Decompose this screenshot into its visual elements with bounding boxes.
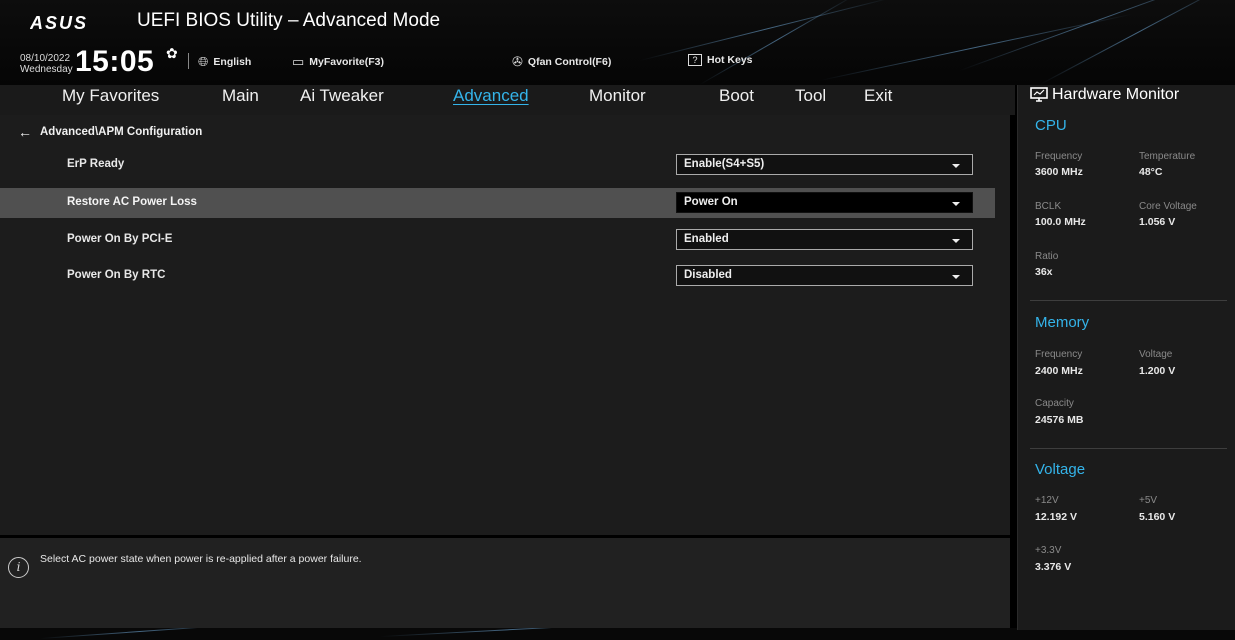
chevron-down-icon xyxy=(952,275,960,279)
memory-voltage-value: 1.200 V xyxy=(1139,365,1176,377)
setting-label: ErP Ready xyxy=(67,158,125,170)
help-panel xyxy=(0,538,1010,628)
memory-frequency-value: 2400 MHz xyxy=(1035,365,1083,377)
menu-exit[interactable]: Exit xyxy=(864,86,892,106)
menu-main[interactable]: Main xyxy=(222,86,259,106)
menu-boot[interactable]: Boot xyxy=(719,86,754,106)
v12-value: 12.192 V xyxy=(1035,511,1078,523)
help-text: Select AC power state when power is re-a… xyxy=(40,553,362,565)
cpu-frequency-label: Frequency xyxy=(1035,151,1083,162)
setting-label: Power On By PCI-E xyxy=(67,233,173,245)
v33-label: +3.3V xyxy=(1035,545,1062,556)
decor-streak xyxy=(1039,0,1235,85)
dropdown-value: Disabled xyxy=(684,269,732,281)
decor-streak xyxy=(639,0,893,61)
cpu-temperature-value: 48°C xyxy=(1139,166,1163,178)
chevron-down-icon xyxy=(952,202,960,206)
menu-my-favorites[interactable]: My Favorites xyxy=(62,86,159,106)
setting-row-restore-ac-power-loss[interactable]: Restore AC Power Loss Power On xyxy=(0,188,995,218)
myfavorite-label: MyFavorite(F3) xyxy=(309,56,384,68)
menu-tool[interactable]: Tool xyxy=(795,86,826,106)
v5-value: 5.160 V xyxy=(1139,511,1176,523)
breadcrumb: ← Advanced\APM Configuration xyxy=(18,124,202,140)
cpu-heading: CPU xyxy=(1035,117,1067,134)
chevron-down-icon xyxy=(952,164,960,168)
hotkeys-button[interactable]: ? Hot Keys xyxy=(688,54,753,66)
memory-frequency-label: Frequency xyxy=(1035,349,1083,360)
memory-voltage-label: Voltage xyxy=(1139,349,1173,360)
dropdown-value: Enable(S4+S5) xyxy=(684,158,765,170)
fan-icon: ✇ xyxy=(512,54,523,69)
chevron-down-icon xyxy=(952,239,960,243)
weekday-text: Wednesday xyxy=(20,64,73,75)
info-icon: i xyxy=(8,557,29,578)
menu-ai-tweaker[interactable]: Ai Tweaker xyxy=(300,86,384,106)
restore-ac-power-loss-dropdown[interactable]: Power On xyxy=(676,192,973,213)
setting-label: Power On By RTC xyxy=(67,269,166,281)
core-voltage-label: Core Voltage xyxy=(1139,201,1197,212)
svg-text:ASUS: ASUS xyxy=(30,14,88,32)
language-button[interactable]: 🌐︎ English xyxy=(198,54,251,70)
hardware-monitor-title: Hardware Monitor xyxy=(1030,86,1179,104)
setting-row-power-on-by-rtc[interactable]: Power On By RTC Disabled xyxy=(0,261,995,291)
ratio-value: 36x xyxy=(1035,266,1053,278)
language-label: English xyxy=(213,56,252,68)
menu-monitor[interactable]: Monitor xyxy=(589,86,646,106)
memory-heading: Memory xyxy=(1035,314,1090,331)
date-display: 08/10/2022 Wednesday xyxy=(20,53,73,75)
setting-row-erp-ready[interactable]: ErP Ready Enable(S4+S5) xyxy=(0,150,995,180)
cpu-frequency-value: 3600 MHz xyxy=(1035,166,1083,178)
memory-capacity-value: 24576 MB xyxy=(1035,414,1084,426)
v5-label: +5V xyxy=(1139,495,1158,506)
hotkeys-label: Hot Keys xyxy=(707,54,753,66)
decor-streak xyxy=(39,628,240,639)
decor-streak xyxy=(379,628,640,637)
setting-row-power-on-by-pcie[interactable]: Power On By PCI-E Enabled xyxy=(0,225,995,255)
dropdown-value: Power On xyxy=(684,196,738,208)
cpu-temperature-label: Temperature xyxy=(1139,151,1196,162)
monitor-icon: ▭ xyxy=(292,54,305,69)
v12-label: +12V xyxy=(1035,495,1059,506)
bclk-value: 100.0 MHz xyxy=(1035,216,1086,228)
header-divider xyxy=(188,53,189,69)
power-on-by-pcie-dropdown[interactable]: Enabled xyxy=(676,229,973,250)
asus-logo: ASUS xyxy=(30,14,88,32)
question-key-icon: ? xyxy=(688,54,702,66)
ratio-label: Ratio xyxy=(1035,251,1059,262)
dropdown-value: Enabled xyxy=(684,233,729,245)
hardware-monitor-label: Hardware Monitor xyxy=(1052,86,1180,103)
back-arrow-icon[interactable]: ← xyxy=(18,124,32,140)
monitor-icon xyxy=(1030,87,1048,102)
setting-label: Restore AC Power Loss xyxy=(67,196,197,208)
section-divider xyxy=(1030,448,1227,449)
power-on-by-rtc-dropdown[interactable]: Disabled xyxy=(676,265,973,286)
qfan-label: Qfan Control(F6) xyxy=(527,56,612,68)
section-divider xyxy=(1030,300,1227,301)
menu-advanced[interactable]: Advanced xyxy=(453,86,529,106)
core-voltage-value: 1.056 V xyxy=(1139,216,1176,228)
qfan-control-button[interactable]: ✇ Qfan Control(F6) xyxy=(512,54,611,70)
voltage-heading: Voltage xyxy=(1035,461,1086,478)
globe-icon: 🌐︎ xyxy=(198,54,209,69)
memory-capacity-label: Capacity xyxy=(1035,398,1074,409)
bclk-label: BCLK xyxy=(1035,201,1062,212)
decor-streak xyxy=(959,0,1224,71)
breadcrumb-path: Advanced\APM Configuration xyxy=(40,126,203,138)
erp-ready-dropdown[interactable]: Enable(S4+S5) xyxy=(676,154,973,175)
gear-icon[interactable]: ✿ xyxy=(166,46,178,62)
v33-value: 3.376 V xyxy=(1035,561,1072,573)
bios-title: UEFI BIOS Utility – Advanced Mode xyxy=(137,10,441,31)
date-text: 08/10/2022 xyxy=(20,53,71,64)
clock: 15:05 xyxy=(75,45,155,78)
myfavorite-button[interactable]: ▭ MyFavorite(F3) xyxy=(292,54,384,70)
